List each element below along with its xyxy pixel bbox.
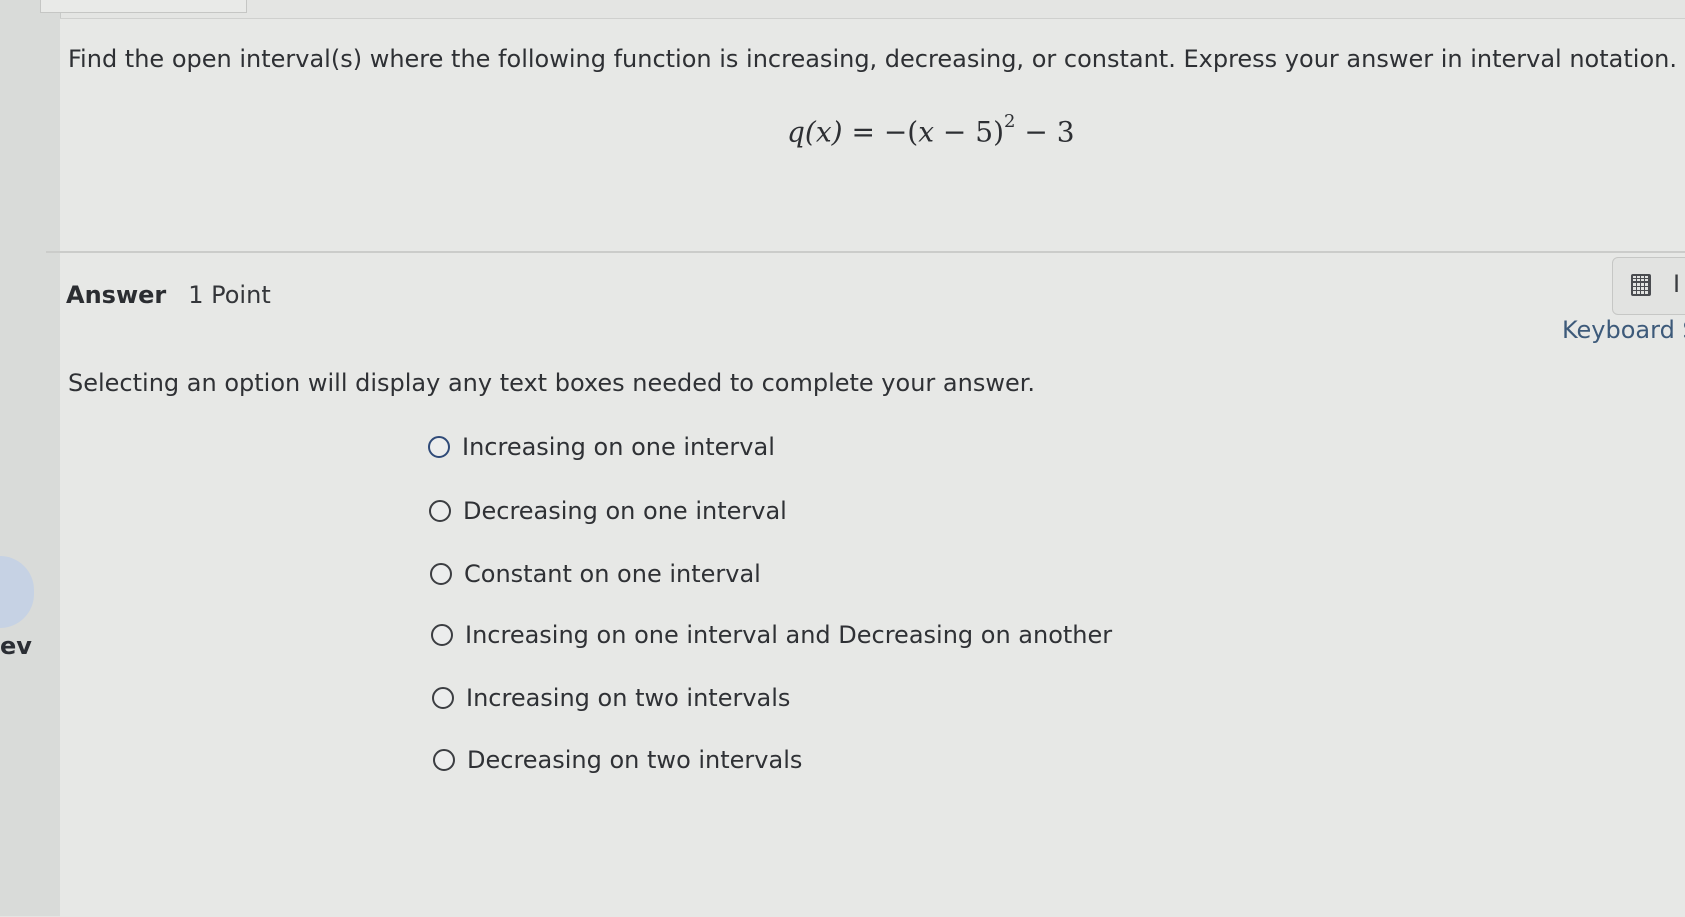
answer-heading: Answer 1 Point (66, 281, 271, 309)
formula-exponent: 2 (1004, 111, 1016, 132)
keyboard-shortcuts-link[interactable]: Keyboard S (1562, 316, 1685, 344)
option-label: Decreasing on two intervals (467, 746, 803, 774)
radio-icon[interactable] (433, 749, 455, 771)
formula-var: x (918, 115, 935, 149)
tools-button[interactable]: I (1612, 257, 1685, 315)
option-increasing-one[interactable]: Increasing on one interval (428, 433, 775, 461)
radio-icon[interactable] (430, 563, 452, 585)
option-increasing-two[interactable]: Increasing on two intervals (432, 684, 790, 712)
option-decreasing-one[interactable]: Decreasing on one interval (429, 497, 787, 525)
option-constant-one[interactable]: Constant on one interval (430, 560, 761, 588)
answer-instruction: Selecting an option will display any tex… (68, 369, 1036, 397)
side-nav-tab[interactable] (0, 556, 34, 628)
option-label: Increasing on two intervals (466, 684, 791, 712)
option-label: Constant on one interval (464, 560, 761, 588)
left-nav-strip: ev (0, 0, 61, 916)
option-label: Increasing on one interval and Decreasin… (465, 621, 1113, 649)
formula-rest: − 5) (934, 115, 1005, 149)
tools-label: I (1673, 270, 1681, 298)
option-label: Increasing on one interval (462, 433, 775, 461)
formula-eq: = −( (842, 115, 919, 149)
points-label: 1 Point (188, 281, 271, 309)
radio-icon[interactable] (431, 624, 453, 646)
option-decreasing-two[interactable]: Decreasing on two intervals (433, 746, 802, 774)
section-divider (46, 251, 1685, 253)
radio-icon[interactable] (428, 436, 450, 458)
option-increasing-and-decreasing[interactable]: Increasing on one interval and Decreasin… (431, 621, 1112, 649)
question-panel: Find the open interval(s) where the foll… (46, 18, 1685, 917)
calculator-icon[interactable] (1631, 274, 1651, 296)
side-nav-label[interactable]: ev (0, 632, 32, 660)
radio-icon[interactable] (429, 500, 451, 522)
function-formula: q(x) = −(x − 5)2 − 3 (787, 111, 1075, 149)
option-label: Decreasing on one interval (463, 497, 787, 525)
radio-icon[interactable] (432, 687, 454, 709)
formula-tail: − 3 (1015, 115, 1075, 149)
top-tab[interactable] (40, 0, 247, 13)
answer-label: Answer (66, 281, 167, 309)
formula-lhs: q(x) (787, 115, 843, 149)
question-prompt: Find the open interval(s) where the foll… (68, 45, 1677, 73)
